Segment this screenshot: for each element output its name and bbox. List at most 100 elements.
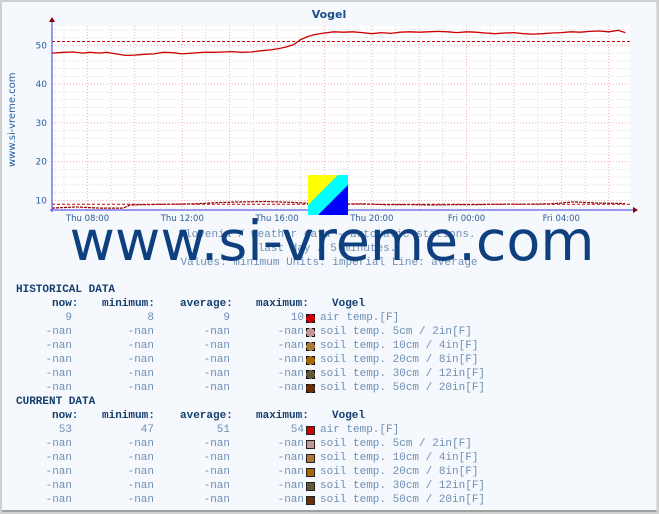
header-station: Vogel [332,298,366,310]
header-average: average: [180,298,233,310]
value-minimum: -nan [127,340,154,352]
value-now: -nan [45,438,72,450]
value-minimum: -nan [127,368,154,380]
value-average: -nan [203,326,230,338]
value-now: 53 [58,424,72,436]
value-average: -nan [203,382,230,394]
y-axis-arrow [49,17,55,22]
value-average: -nan [203,480,230,492]
value-maximum: 10 [290,312,304,324]
y-tick-label: 40 [36,80,48,90]
value-average: 9 [223,312,230,324]
value-minimum: 47 [140,424,154,436]
value-now: 9 [65,312,72,324]
legend-swatch [306,342,315,351]
value-minimum: -nan [127,452,154,464]
y-ticks: 10 20 30 40 50 [36,41,48,206]
legend-swatch [306,496,315,505]
table-row: -nan -nan -nan -nan soil temp. 20cm / 8in[F] [2,466,602,480]
y-tick-label: 20 [36,158,48,168]
series-label: soil temp. 10cm / 4in[F] [320,340,479,352]
value-now: -nan [45,382,72,394]
value-minimum: -nan [127,326,154,338]
value-minimum: -nan [127,382,154,394]
value-minimum: 8 [147,312,154,324]
watermark: www.si-vreme.com [70,209,595,273]
value-minimum: -nan [127,494,154,506]
legend-swatch [306,454,315,463]
value-now: -nan [45,494,72,506]
series-label: soil temp. 30cm / 12in[F] [320,480,486,492]
historical-header: now: minimum: average: maximum: Vogel [2,298,602,312]
value-maximum: -nan [277,438,304,450]
series-label: soil temp. 30cm / 12in[F] [320,368,486,380]
series-label: soil temp. 5cm / 2in[F] [320,438,472,450]
header-average: average: [180,410,233,422]
table-row: 9 8 9 10 air temp.[F] [2,312,602,326]
value-average: -nan [203,466,230,478]
value-now: -nan [45,340,72,352]
value-maximum: -nan [277,354,304,366]
series-label: soil temp. 50cm / 20in[F] [320,494,486,506]
header-now: now: [52,298,79,310]
x-axis-arrow [633,207,638,213]
table-row: -nan -nan -nan -nan soil temp. 50cm / 20in[F… [2,494,602,508]
legend-swatch [306,370,315,379]
chart-title: Vogel [312,8,347,21]
y-tick-label: 10 [36,196,48,206]
value-average: -nan [203,340,230,352]
table-row: -nan -nan -nan -nan soil temp. 50cm / 20in[F… [2,382,602,396]
value-average: -nan [203,438,230,450]
value-average: -nan [203,354,230,366]
header-maximum: maximum: [256,298,309,310]
header-minimum: minimum: [102,410,155,422]
series-label: air temp.[F] [320,312,400,324]
table-row: -nan -nan -nan -nan soil temp. 10cm / 4in[F] [2,452,602,466]
value-average: -nan [203,494,230,506]
historical-title: HISTORICAL DATA [16,284,116,296]
chart: Vogel 1020304050 Thu 08:00 Thu 12:00 Thu 1… [7,8,638,273]
value-now: -nan [45,354,72,366]
value-now: -nan [45,368,72,380]
y-tick-label: 50 [36,41,48,51]
table-row: -nan -nan -nan -nan soil temp. 5cm / 2in[F] [2,326,602,340]
value-now: -nan [45,326,72,338]
value-now: -nan [45,480,72,492]
series-label: soil temp. 20cm / 8in[F] [320,466,479,478]
legend-swatch [306,384,315,393]
current-title: CURRENT DATA [16,396,96,408]
header-minimum: minimum: [102,298,155,310]
header-station: Vogel [332,410,366,422]
value-now: -nan [45,452,72,464]
legend-swatch [306,440,315,449]
table-row: 53 47 51 54 air temp.[F] [2,424,602,438]
value-maximum: -nan [277,480,304,492]
page-frame: Vogel 10 20 30 40 50 Thu 08:00 Thu 12:00 Thu 1… [2,2,657,512]
series-label: soil temp. 50cm / 20in[F] [320,382,486,394]
series-label: air temp.[F] [320,424,400,436]
value-maximum: -nan [277,382,304,394]
legend-swatch [306,426,315,435]
header-maximum: maximum: [256,410,309,422]
value-minimum: -nan [127,480,154,492]
legend-swatch [306,356,315,365]
value-minimum: -nan [127,354,154,366]
value-now: -nan [45,466,72,478]
current-header: now: minimum: average: maximum: Vogel [2,410,602,424]
legend-swatch [306,482,315,491]
value-minimum: -nan [127,466,154,478]
value-maximum: -nan [277,494,304,506]
legend-swatch [306,314,315,323]
value-maximum: -nan [277,452,304,464]
legend-swatch [306,328,315,337]
series-label: soil temp. 5cm / 2in[F] [320,326,472,338]
table-row: -nan -nan -nan -nan soil temp. 30cm / 12in[F… [2,480,602,494]
current-section: CURRENT DATA now: minimum: average: maxi… [2,396,656,508]
value-average: -nan [203,452,230,464]
y-tick-label: 30 [36,119,48,129]
series-label: soil temp. 10cm / 4in[F] [320,452,479,464]
value-average: 51 [216,424,230,436]
value-average: -nan [203,368,230,380]
historical-section: HISTORICAL DATA now: minimum: average: m… [2,284,656,396]
header-now: now: [52,410,79,422]
